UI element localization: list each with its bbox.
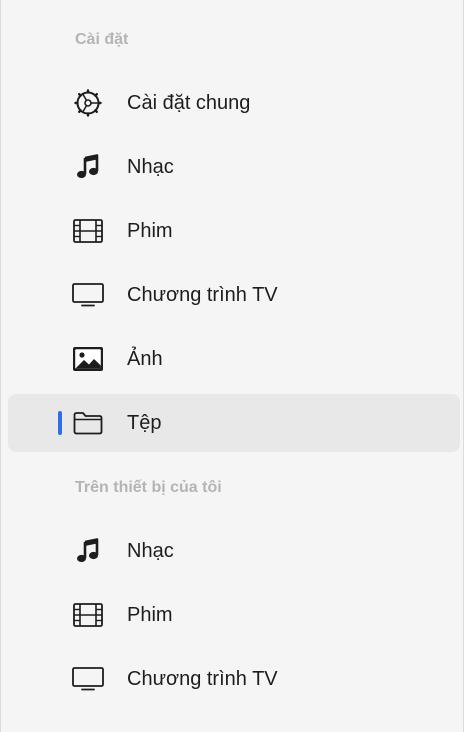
sidebar-item-device-music[interactable]: Nhạc bbox=[8, 522, 460, 580]
music-note-icon bbox=[72, 151, 104, 183]
sidebar-item-files[interactable]: Tệp bbox=[8, 394, 460, 452]
sidebar-item-general[interactable]: Cài đặt chung bbox=[8, 74, 460, 132]
sidebar-item-label: Ảnh bbox=[127, 348, 163, 370]
sidebar-item-label: Chương trình TV bbox=[127, 284, 278, 306]
section-header-settings: Cài đặt bbox=[75, 31, 129, 48]
sidebar-item-label: Nhạc bbox=[127, 156, 174, 178]
sidebar-item-photos[interactable]: Ảnh bbox=[8, 330, 460, 388]
sidebar-item-label: Cài đặt chung bbox=[127, 92, 251, 114]
sidebar-item-label: Phim bbox=[127, 604, 173, 626]
sidebar-item-device-movies[interactable]: Phim bbox=[8, 586, 460, 644]
sidebar-item-tv-shows[interactable]: Chương trình TV bbox=[8, 266, 460, 324]
selection-indicator bbox=[58, 411, 62, 435]
music-note-icon bbox=[72, 535, 104, 567]
tv-icon bbox=[72, 279, 104, 311]
sidebar-item-device-tv-shows[interactable]: Chương trình TV bbox=[8, 650, 460, 708]
film-icon bbox=[72, 599, 104, 631]
sidebar-item-label: Tệp bbox=[127, 412, 162, 434]
sidebar-item-music[interactable]: Nhạc bbox=[8, 138, 460, 196]
photo-icon bbox=[72, 343, 104, 375]
sidebar-item-label: Nhạc bbox=[127, 540, 174, 562]
film-icon bbox=[72, 215, 104, 247]
sidebar: Cài đặt Cài đặt chung Nhạc Phim Chương t… bbox=[0, 0, 464, 732]
sidebar-item-label: Phim bbox=[127, 220, 173, 242]
tv-icon bbox=[72, 663, 104, 695]
sidebar-item-label: Chương trình TV bbox=[127, 668, 278, 690]
folder-icon bbox=[72, 407, 104, 439]
sidebar-item-movies[interactable]: Phim bbox=[8, 202, 460, 260]
gear-icon bbox=[72, 87, 104, 119]
section-header-on-my-device: Trên thiết bị của tôi bbox=[75, 479, 222, 496]
